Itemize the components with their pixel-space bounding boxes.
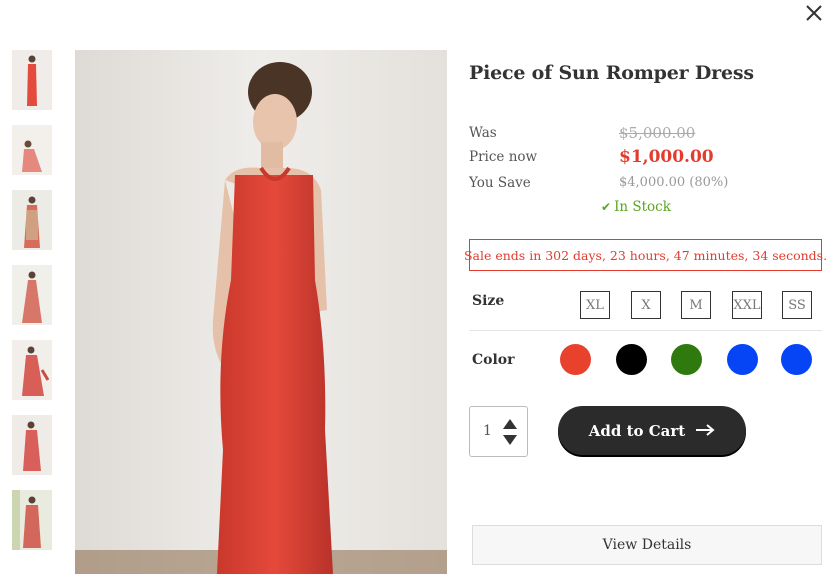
- sale-countdown-text: Sale ends in 302 days, 23 hours, 47 minu…: [463, 247, 828, 263]
- color-swatch-blue-2[interactable]: [781, 344, 812, 375]
- stock-status: ✔ In Stock: [601, 199, 671, 215]
- color-swatch-green[interactable]: [671, 344, 702, 375]
- main-product-image[interactable]: [75, 50, 447, 574]
- size-option-x[interactable]: X: [631, 291, 661, 319]
- was-label: Was: [469, 125, 497, 141]
- thumbnail-image[interactable]: [12, 265, 52, 325]
- thumbnail-image[interactable]: [12, 50, 52, 110]
- sale-countdown-banner: Sale ends in 302 days, 23 hours, 47 minu…: [464, 239, 827, 271]
- color-label: Color: [472, 352, 515, 368]
- size-option-m[interactable]: M: [681, 291, 711, 319]
- add-to-cart-label: Add to Cart: [588, 421, 686, 440]
- increment-arrow-icon[interactable]: [503, 419, 517, 429]
- color-swatch-blue[interactable]: [727, 344, 758, 375]
- price-now-value: $1,000.00: [619, 147, 714, 167]
- arrow-right-icon: [695, 422, 715, 440]
- thumbnail-image[interactable]: [12, 125, 52, 175]
- close-button[interactable]: [803, 2, 825, 24]
- view-details-button[interactable]: View Details: [472, 525, 822, 565]
- was-price: $5,000.00: [619, 124, 696, 142]
- size-option-xl[interactable]: XL: [580, 291, 610, 319]
- quantity-stepper[interactable]: 1: [469, 406, 528, 457]
- stock-text: In Stock: [614, 199, 671, 215]
- view-details-label: View Details: [602, 537, 692, 553]
- thumbnail-image[interactable]: [12, 190, 52, 250]
- add-to-cart-button[interactable]: Add to Cart: [558, 406, 746, 455]
- thumbnail-image[interactable]: [12, 340, 52, 400]
- dress-photo: [75, 50, 447, 574]
- size-label: Size: [472, 293, 505, 309]
- color-swatch-red[interactable]: [560, 344, 591, 375]
- product-title: Piece of Sun Romper Dress: [469, 62, 754, 84]
- check-icon: ✔: [601, 200, 612, 214]
- price-now-label: Price now: [469, 149, 538, 165]
- close-icon: [806, 5, 822, 21]
- color-swatch-black[interactable]: [616, 344, 647, 375]
- size-option-xxl[interactable]: XXL: [732, 291, 762, 319]
- you-save-value: $4,000.00 (80%): [619, 175, 729, 190]
- thumbnail-image[interactable]: [12, 415, 52, 475]
- quantity-value[interactable]: 1: [483, 423, 492, 439]
- size-option-ss[interactable]: SS: [782, 291, 812, 319]
- options-divider: [469, 330, 822, 331]
- you-save-label: You Save: [469, 175, 531, 191]
- decrement-arrow-icon[interactable]: [503, 435, 517, 445]
- thumbnail-image[interactable]: [12, 490, 52, 550]
